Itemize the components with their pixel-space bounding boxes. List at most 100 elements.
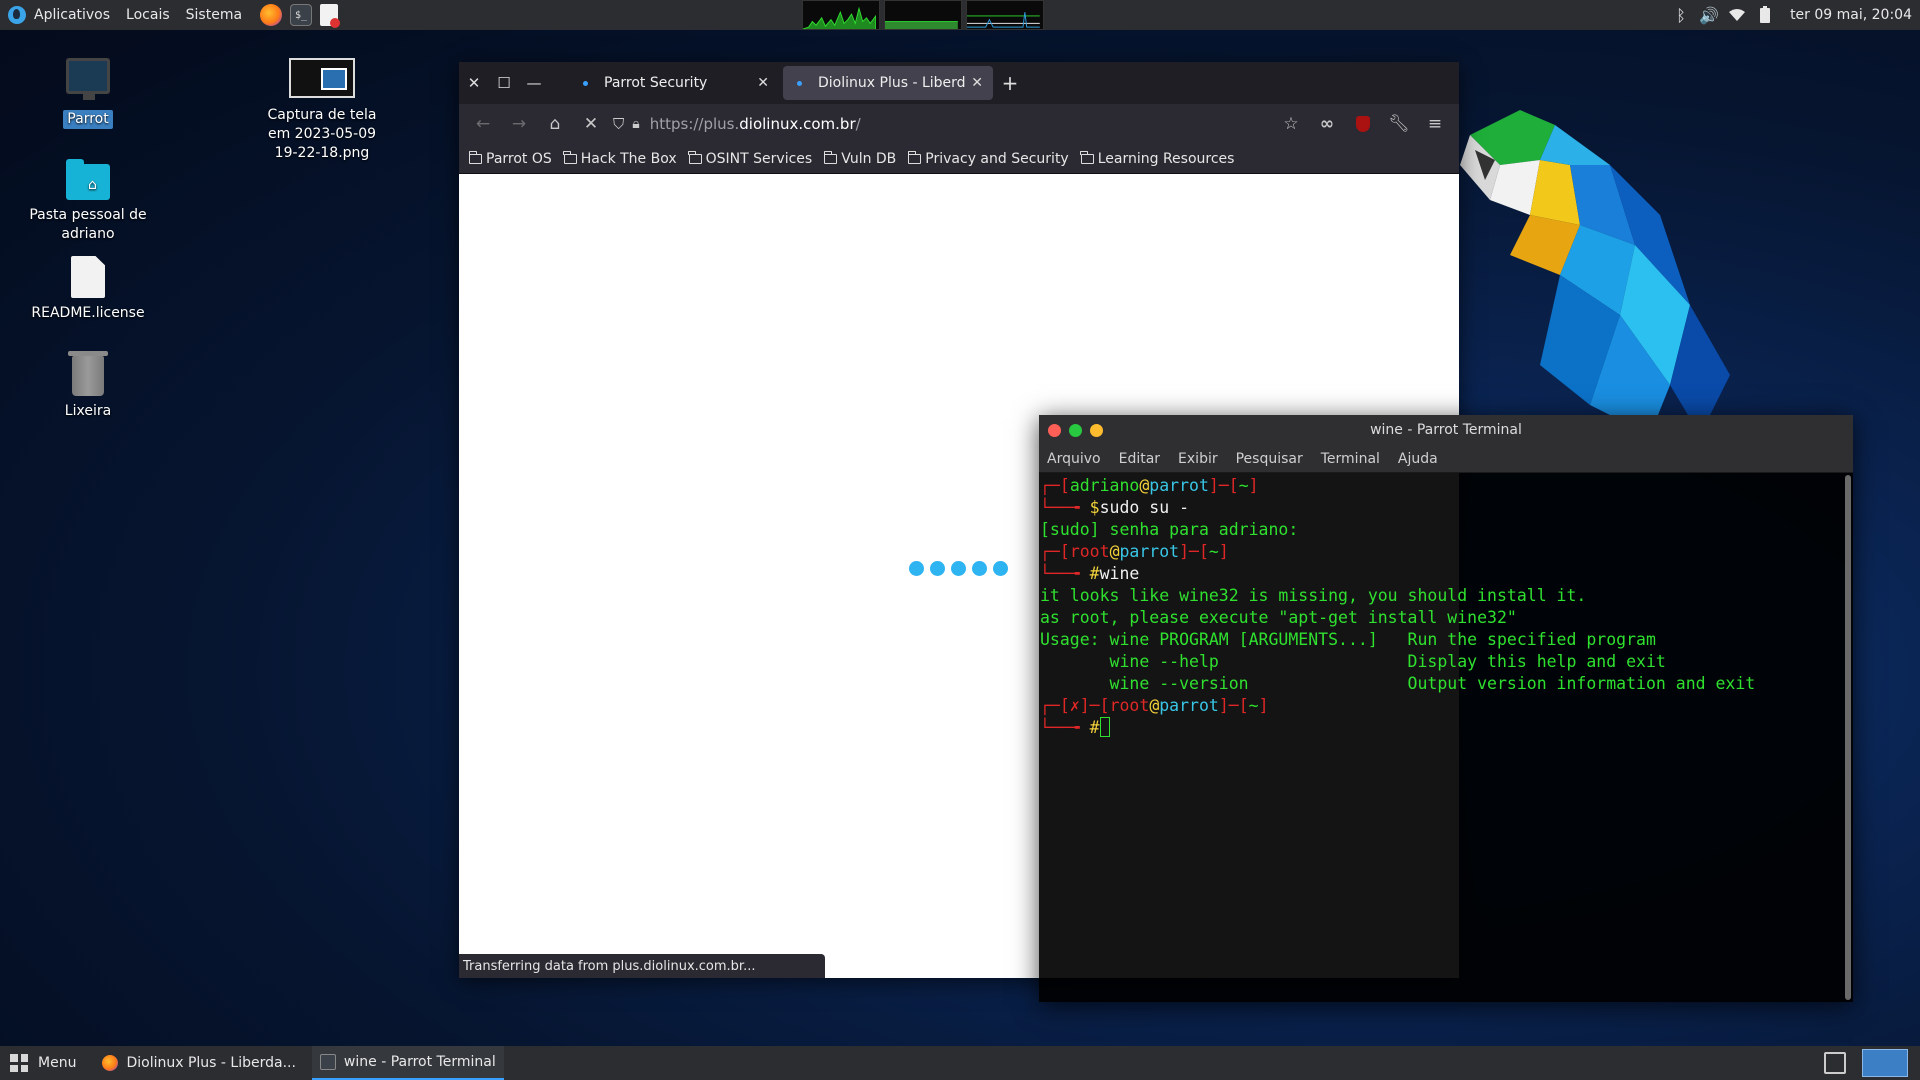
desktop-icon-parrot[interactable]: Parrot xyxy=(23,54,153,129)
bookmark-folder-osint[interactable]: OSINT Services xyxy=(688,150,812,167)
status-bar: Transferring data from plus.diolinux.com… xyxy=(459,954,825,978)
forward-icon[interactable]: → xyxy=(501,108,537,140)
lock-icon[interactable]: 🔒︎ xyxy=(632,116,639,132)
prompt-host: parrot xyxy=(1149,476,1209,495)
tools-wrench-icon[interactable]: 🔧︎ xyxy=(1381,108,1417,140)
menu-editar[interactable]: Editar xyxy=(1119,451,1160,467)
prompt-line: ┌─[adriano@parrot]─[~] xyxy=(1040,476,1259,495)
desktop-icon-label: Parrot xyxy=(63,110,113,129)
cpu-graph xyxy=(802,0,880,30)
output-line: wine --help Display this help and exit xyxy=(1040,652,1666,671)
desktop-icon-trash[interactable]: Lixeira xyxy=(23,351,153,421)
trash-icon xyxy=(68,351,108,396)
bookmark-folder-privacy[interactable]: Privacy and Security xyxy=(907,150,1069,167)
show-desktop-icon[interactable] xyxy=(1824,1052,1846,1074)
bookmark-label: Privacy and Security xyxy=(925,150,1069,167)
menu-terminal[interactable]: Terminal xyxy=(1321,451,1380,467)
command-line: └──╼ # xyxy=(1040,717,1840,739)
desktop-icon-label: Captura de tela em 2023-05-09 19-22-18.p… xyxy=(267,107,377,161)
minimize-window-icon[interactable] xyxy=(1090,423,1103,437)
desktop-icon-screenshot[interactable]: Captura de tela em 2023-05-09 19-22-18.p… xyxy=(257,58,387,163)
home-icon[interactable]: ⌂ xyxy=(537,108,573,140)
tab-close-icon[interactable]: ✕ xyxy=(971,75,983,91)
prompt-dir: ~ xyxy=(1248,696,1259,715)
close-window-icon[interactable]: ✕ xyxy=(459,62,489,104)
tab-diolinux-plus[interactable]: Diolinux Plus - Liberdade ✕ xyxy=(783,66,993,100)
output-line: [sudo] senha para adriano: xyxy=(1040,520,1299,539)
stop-loading-icon[interactable]: ✕ xyxy=(573,108,609,140)
output-line: as root, please execute "apt-get install… xyxy=(1040,608,1517,627)
taskbar-item-terminal[interactable]: wine - Parrot Terminal xyxy=(311,1046,504,1080)
applications-menu[interactable]: Aplicativos xyxy=(0,0,118,30)
bookmark-star-icon[interactable]: ☆ xyxy=(1273,108,1309,140)
parrot-logo-icon xyxy=(8,6,26,24)
maximize-window-icon[interactable]: ☐ xyxy=(489,62,519,104)
prompt-user: adriano xyxy=(1069,476,1140,495)
command-text: wine xyxy=(1099,564,1140,583)
bookmark-folder-learning[interactable]: Learning Resources xyxy=(1080,150,1234,167)
menu-button[interactable]: Menu xyxy=(0,1046,86,1080)
output-line: wine --version Output version informatio… xyxy=(1040,674,1756,693)
bookmark-label: Hack The Box xyxy=(580,150,677,167)
top-panel: Aplicativos Locais Sistema $_ ᛒ 🔊 ter 09… xyxy=(0,0,1920,30)
home-folder-icon xyxy=(66,159,110,200)
prompt-host: parrot xyxy=(1159,696,1219,715)
spinner-dot xyxy=(993,561,1008,576)
bookmark-folder-hack-the-box[interactable]: Hack The Box xyxy=(563,150,677,167)
bookmark-folder-parrot-os[interactable]: Parrot OS xyxy=(468,150,552,167)
command-line: └──╼ $sudo su - xyxy=(1040,498,1190,517)
desktop-icon-readme[interactable]: README.license xyxy=(23,256,153,323)
new-tab-button[interactable]: + xyxy=(993,71,1027,95)
tab-loading-indicator xyxy=(583,80,588,86)
taskbar-item-browser[interactable]: Diolinux Plus - Liberda... xyxy=(94,1046,303,1080)
url-bar[interactable]: ⛉ 🔒︎ https://plus.diolinux.com.br/ xyxy=(613,109,1273,139)
url-path: / xyxy=(855,115,861,133)
close-window-icon[interactable] xyxy=(1048,423,1061,437)
tab-close-icon[interactable]: ✕ xyxy=(757,75,769,91)
network-graph xyxy=(966,0,1044,30)
tab-parrot-security[interactable]: Parrot Security ✕ xyxy=(569,66,779,100)
ublock-extension-icon[interactable] xyxy=(1345,108,1381,140)
wifi-icon[interactable] xyxy=(1728,6,1746,24)
tracking-protection-shield-icon[interactable]: ⛉ xyxy=(613,115,624,133)
back-icon[interactable]: ← xyxy=(465,108,501,140)
terminal-output[interactable]: ┌─[adriano@parrot]─[~] └──╼ $sudo su - [su… xyxy=(1039,473,1841,1002)
terminal-window: wine - Parrot Terminal Arquivo Editar Ex… xyxy=(1039,415,1853,1002)
desktop-icon-home-folder[interactable]: Pasta pessoal de adriano xyxy=(23,158,153,244)
folder-icon xyxy=(823,150,838,164)
bookmark-folder-vuln-db[interactable]: Vuln DB xyxy=(823,150,897,167)
menu-exibir[interactable]: Exibir xyxy=(1178,451,1218,467)
taskbar-item-label: Diolinux Plus - Liberda... xyxy=(126,1055,296,1071)
loading-spinner xyxy=(909,561,1008,576)
terminal-icon xyxy=(319,1054,336,1070)
spinner-dot xyxy=(972,561,987,576)
bookmark-label: Vuln DB xyxy=(841,150,897,167)
workspace-switcher[interactable] xyxy=(1862,1049,1908,1077)
output-line: Usage: wine PROGRAM [ARGUMENTS...] Run t… xyxy=(1040,630,1656,649)
prompt-error-flag: ✗ xyxy=(1069,696,1080,715)
terminal-titlebar[interactable]: wine - Parrot Terminal xyxy=(1039,415,1853,445)
battery-icon[interactable] xyxy=(1756,6,1774,24)
folder-icon xyxy=(468,150,482,164)
minimize-window-icon[interactable]: — xyxy=(519,62,549,104)
system-menu[interactable]: Sistema xyxy=(178,0,250,30)
terminal-scrollbar[interactable] xyxy=(1845,475,1851,1000)
places-menu[interactable]: Locais xyxy=(118,0,178,30)
terminal-launcher-icon[interactable]: $_ xyxy=(290,4,313,26)
terminal-cursor xyxy=(1099,717,1110,737)
hamburger-menu-icon[interactable]: ≡ xyxy=(1417,108,1453,140)
system-monitor[interactable] xyxy=(802,0,1044,30)
firefox-launcher-icon[interactable] xyxy=(260,4,283,26)
text-file-icon xyxy=(71,256,105,298)
volume-icon[interactable]: 🔊 xyxy=(1699,6,1719,25)
menu-arquivo[interactable]: Arquivo xyxy=(1047,451,1101,467)
menu-pesquisar[interactable]: Pesquisar xyxy=(1236,451,1303,467)
private-mask-icon[interactable]: ∞ xyxy=(1309,108,1345,140)
navigation-toolbar: ← → ⌂ ✕ ⛉ 🔒︎ https://plus.diolinux.com.b… xyxy=(459,104,1459,144)
bluetooth-icon[interactable]: ᛒ xyxy=(1672,6,1690,25)
menu-ajuda[interactable]: Ajuda xyxy=(1398,451,1438,467)
url-text: https://plus.diolinux.com.br/ xyxy=(650,115,861,133)
clock[interactable]: ter 09 mai, 20:04 xyxy=(1790,7,1912,23)
maximize-window-icon[interactable] xyxy=(1069,423,1082,437)
text-editor-launcher-icon[interactable] xyxy=(320,4,341,28)
